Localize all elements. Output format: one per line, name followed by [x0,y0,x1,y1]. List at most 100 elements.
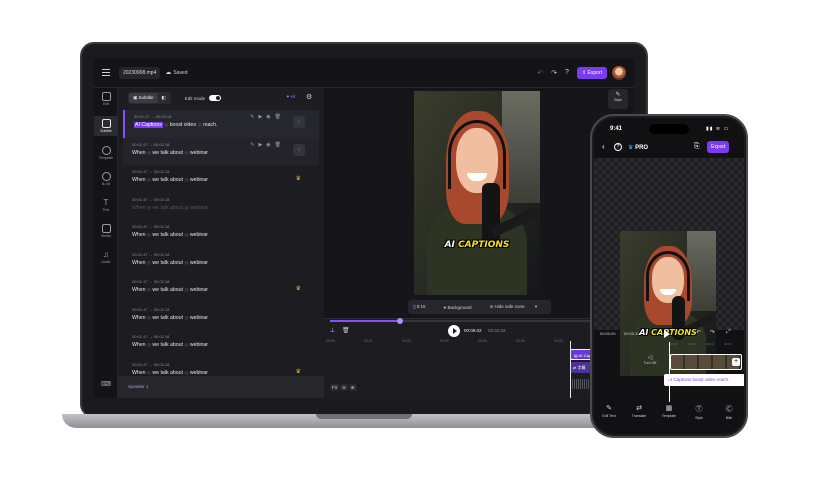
style-button[interactable]: ✎ Style [608,89,628,109]
redo-icon[interactable]: ↷ [551,69,557,77]
row-tools[interactable]: ✎▶◉🗑 [250,142,285,148]
subtitle-text[interactable]: When ◎ we talk about ◎ webinar [132,315,319,321]
subtitle-word: When [132,259,146,266]
safe-zone-button[interactable]: ⊘ Hide safe zone ▾ [490,304,538,310]
subtitle-word: When [132,232,146,238]
settings-icon[interactable]: ⚙ [306,93,312,101]
phone-playback-controls: 00:00:00 00:00:10 ↶ ↷ ⤢ [594,328,744,342]
status-time: 9:41 [610,126,623,132]
subtitle-row[interactable]: 00:01.47 → 00:02.18 When ◎ we talk about… [123,165,319,193]
zoom-out-icon[interactable]: ⊖ [340,384,348,391]
add-clip-button[interactable]: + [732,358,740,366]
subtitle-text[interactable]: When ◎ we talk about ◎ webinar [132,150,319,156]
rail-item-media[interactable]: Media [94,224,118,238]
rail-item-template[interactable]: Template [94,146,118,160]
progress-track[interactable] [330,318,600,324]
play-button[interactable] [664,330,670,338]
rail-item-broll[interactable]: B-roll [94,172,118,186]
subtitle-row[interactable]: 00:01.47 → 00:02.18 When ◎ we talk about… [123,303,319,331]
subtitle-text[interactable]: When ◎ we talk about ◎ webinar [132,177,319,183]
ai-button[interactable]: ✦ AI [286,94,295,100]
turn-off-button[interactable]: ◁ Turn Off [640,354,660,365]
row-tools[interactable]: ✎▶◉🗑 [250,114,285,120]
phone-screen: 9:41 ▮▮ ≋ ▭ ‹ ? ♛ PRO ⎘ Export AI CAPTIO… [594,118,744,434]
video-frame[interactable]: AI CAPTIONS [414,91,540,295]
export-button[interactable]: Export [707,141,730,153]
subtitle-text[interactable]: When ◎ we talk about ◎ webinar [132,205,319,211]
video-caption[interactable]: AI CAPTIONS [414,240,540,250]
rail-item-edit[interactable]: Edit [94,92,118,106]
split-icon[interactable]: ⊥ [330,327,335,334]
progress-knob[interactable] [397,318,404,324]
subtitle-text[interactable]: When ◎ we talk about ◎ webinar [132,370,319,376]
tab-label: Edit Text [602,414,616,418]
zoom-in-icon[interactable]: ⊕ [348,384,357,391]
row-style-icon[interactable]: ◌ [293,116,305,128]
tab-label: Template [661,414,677,418]
playhead[interactable] [570,341,571,398]
tab-template[interactable]: ▦ Template [657,400,681,430]
video-preview: ✎ Style AI CAPTIONS ▯ 9:16 ● Background ⊘… [324,88,634,318]
fullscreen-icon[interactable]: ⤢ [726,329,731,336]
delete-icon[interactable]: 🗑 [342,327,350,334]
row-style-icon[interactable]: ◌ [293,143,305,156]
subtitle-text[interactable]: When ◎ we talk about ◎ webinar [132,287,319,293]
subtitle-text[interactable]: When ◎ we talk about ◎ webinar [132,342,319,348]
crown-icon: ♛ [295,176,301,182]
subtitle-word: we talk about [152,342,183,348]
tab-style-icon[interactable]: ◧ [158,93,170,103]
subtitle-time: 00:01.47 → 00:02.18 [132,196,170,202]
tab-subtitle[interactable]: ▣ Subtitle [129,93,158,103]
tab-style[interactable]: Ⓣ Style [687,400,711,430]
caption-clip[interactable]: AI Captions boost video reach. [664,374,744,386]
play-button[interactable] [448,325,460,337]
avatar[interactable] [612,65,626,80]
undo-icon[interactable]: ↶ [537,69,543,77]
subtitle-row[interactable]: 00:01.47 → 00:02.18 When ◎ we talk about… [123,193,319,221]
phone-playhead[interactable] [669,342,670,402]
subtitle-row[interactable]: 00:01.47 → 00:02.18 When ◎ we talk about… [123,137,319,165]
document-icon[interactable]: ⎘ [694,143,700,151]
subtitle-word: boost video [169,122,197,128]
fit-button[interactable]: Fit [330,384,339,391]
subtitle-text[interactable]: When ◎ we talk about ◎ webinar [132,232,319,238]
subtitle-row[interactable]: 00:01.47 → 00:02.18 When ◎ we talk about… [123,330,319,358]
subtitle-row[interactable]: 00:01.47 → 00:02.18 When ◎ we talk about… [123,275,319,303]
tab-edit-text[interactable]: ✎ Edit Text [597,400,621,430]
rail-item-audio[interactable]: ♫ Audio [94,250,118,264]
speaker-label[interactable]: Speaker 1 [118,376,324,398]
subtitle-row[interactable]: 00:01.47 → 00:02.18 When ◎ we talk about… [123,220,319,248]
export-label: Export [587,69,602,76]
pro-badge[interactable]: ♛ PRO [628,144,648,151]
subtitle-word: When [132,314,146,321]
redo-icon[interactable]: ↷ [710,329,715,336]
keyboard-icon[interactable]: ⌨ [101,380,111,388]
subtitle-text[interactable]: When ◎ we talk about ◎ webinar [132,260,319,266]
subtitle-row[interactable]: 00:01.47 → 00:02.18 When ◎ we talk about… [123,248,319,276]
export-button[interactable]: ⇪ Export [576,66,607,79]
file-name[interactable]: 20230908.mp4 [119,66,161,79]
menu-icon[interactable] [102,69,110,76]
caption-word: AI [444,239,455,250]
subtitle-word: we talk about [152,259,183,266]
subtitle-word: webinar [189,149,208,156]
background-button[interactable]: ● Background [444,305,481,310]
tab-translate[interactable]: ⇄ Translate [627,400,651,430]
ruler-tick: 00:00 [326,339,335,343]
help-icon[interactable]: ? [565,69,569,76]
rail-item-text[interactable]: T Text [94,198,118,212]
tab-bilingual[interactable]: Ⓒ Bilin [717,400,741,430]
edit-mode-toggle[interactable] [209,95,222,101]
edit-text-icon: ✎ [606,405,612,412]
subtitle-text[interactable]: AI Captions ◎ boost video ◎ reach. [134,122,319,128]
ruler-tick: 00:01 [688,342,696,346]
undo-icon[interactable]: ↶ [696,329,701,336]
pro-label: PRO [635,145,649,151]
ai-label: AI [290,94,296,99]
aspect-ratio[interactable]: ▯ 9:16 [413,304,435,310]
rail-item-subtitle[interactable]: Subtitle [94,116,118,136]
subtitle-word: reach. [203,122,218,128]
back-icon[interactable]: ‹ [602,142,605,151]
help-icon[interactable]: ? [614,143,622,151]
subtitle-row[interactable]: 00:01.47 → 00:02.18 AI Captions ◎ boost … [123,110,319,138]
